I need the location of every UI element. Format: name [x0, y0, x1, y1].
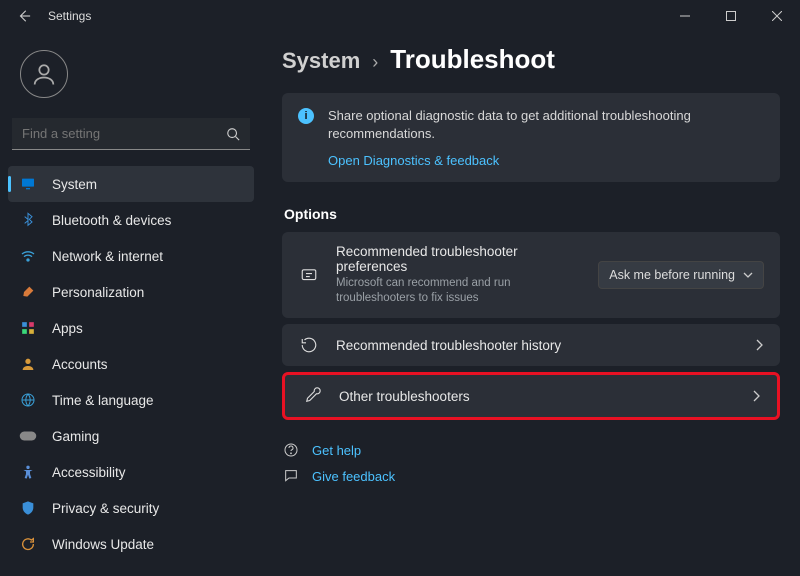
- options-section-title: Options: [284, 206, 780, 222]
- close-button[interactable]: [754, 0, 800, 32]
- brush-icon: [18, 282, 38, 302]
- sidebar-item-label: Bluetooth & devices: [52, 213, 171, 228]
- sidebar-item-label: System: [52, 177, 97, 192]
- sidebar-item-label: Accounts: [52, 357, 108, 372]
- breadcrumb-parent[interactable]: System: [282, 48, 360, 74]
- sidebar-item-label: Gaming: [52, 429, 99, 444]
- give-feedback-label: Give feedback: [312, 469, 395, 484]
- sidebar-item-windows-update[interactable]: Windows Update: [8, 526, 254, 562]
- give-feedback-link[interactable]: Give feedback: [282, 468, 780, 484]
- main-content: System › Troubleshoot i Share optional d…: [262, 32, 800, 576]
- sidebar-item-privacy-security[interactable]: Privacy & security: [8, 490, 254, 526]
- card-recommended-troubleshooter-preferences[interactable]: Recommended troubleshooter preferencesMi…: [282, 232, 780, 318]
- sidebar-item-gaming[interactable]: Gaming: [8, 418, 254, 454]
- search-icon: [226, 127, 240, 141]
- sidebar-item-system[interactable]: System: [8, 166, 254, 202]
- card-icon: [298, 336, 320, 354]
- access-icon: [18, 462, 38, 482]
- footer-links: Get help Give feedback: [282, 442, 780, 484]
- options-cards: Recommended troubleshooter preferencesMi…: [282, 232, 780, 420]
- apps-icon: [18, 318, 38, 338]
- chevron-right-icon: [751, 390, 761, 402]
- nav-list: System Bluetooth & devices Network & inter…: [8, 166, 254, 562]
- bluetooth-icon: [18, 210, 38, 230]
- page-title: Troubleshoot: [390, 44, 555, 75]
- dropdown-value: Ask me before running: [609, 268, 735, 282]
- sidebar-item-bluetooth-devices[interactable]: Bluetooth & devices: [8, 202, 254, 238]
- minimize-button[interactable]: [662, 0, 708, 32]
- sidebar-item-label: Apps: [52, 321, 83, 336]
- globe-icon: [18, 390, 38, 410]
- preference-dropdown[interactable]: Ask me before running: [598, 261, 764, 289]
- back-button[interactable]: [10, 2, 38, 30]
- card-title: Recommended troubleshooter history: [336, 338, 738, 353]
- card-title: Other troubleshooters: [339, 389, 735, 404]
- card-other-troubleshooters[interactable]: Other troubleshooters: [282, 372, 780, 420]
- sidebar-item-accessibility[interactable]: Accessibility: [8, 454, 254, 490]
- get-help-link[interactable]: Get help: [282, 442, 780, 458]
- sidebar-item-apps[interactable]: Apps: [8, 310, 254, 346]
- search-input[interactable]: [22, 126, 226, 141]
- sidebar-item-time-language[interactable]: Time & language: [8, 382, 254, 418]
- sidebar-item-label: Accessibility: [52, 465, 126, 480]
- diagnostics-link[interactable]: Open Diagnostics & feedback: [328, 153, 764, 168]
- info-bar: i Share optional diagnostic data to get …: [282, 93, 780, 182]
- sidebar-item-label: Network & internet: [52, 249, 163, 264]
- feedback-icon: [282, 468, 300, 484]
- info-icon: i: [298, 108, 314, 124]
- info-message: Share optional diagnostic data to get ad…: [328, 107, 764, 143]
- window-title: Settings: [48, 9, 91, 23]
- sidebar-item-network-internet[interactable]: Network & internet: [8, 238, 254, 274]
- sidebar-item-label: Personalization: [52, 285, 144, 300]
- sidebar-item-accounts[interactable]: Accounts: [8, 346, 254, 382]
- card-icon: [301, 387, 323, 405]
- chevron-right-icon: [754, 339, 764, 351]
- game-icon: [18, 426, 38, 446]
- person-icon: [18, 354, 38, 374]
- sidebar-item-personalization[interactable]: Personalization: [8, 274, 254, 310]
- shield-icon: [18, 498, 38, 518]
- get-help-label: Get help: [312, 443, 361, 458]
- sidebar-item-label: Privacy & security: [52, 501, 159, 516]
- window-buttons: [662, 0, 800, 32]
- sidebar: System Bluetooth & devices Network & inter…: [0, 32, 262, 576]
- maximize-button[interactable]: [708, 0, 754, 32]
- card-subtitle: Microsoft can recommend and run troubles…: [336, 276, 582, 306]
- wifi-icon: [18, 246, 38, 266]
- card-title: Recommended troubleshooter preferences: [336, 244, 582, 274]
- sidebar-item-label: Time & language: [52, 393, 154, 408]
- card-recommended-troubleshooter-history[interactable]: Recommended troubleshooter history: [282, 324, 780, 366]
- sidebar-item-label: Windows Update: [52, 537, 154, 552]
- titlebar: Settings: [0, 0, 800, 32]
- search-box[interactable]: [12, 118, 250, 150]
- update-icon: [18, 534, 38, 554]
- help-icon: [282, 442, 300, 458]
- monitor-icon: [18, 174, 38, 194]
- avatar: [20, 50, 68, 98]
- breadcrumb-separator: ›: [372, 52, 378, 73]
- breadcrumb: System › Troubleshoot: [282, 44, 780, 75]
- user-profile[interactable]: [8, 40, 254, 116]
- card-icon: [298, 266, 320, 284]
